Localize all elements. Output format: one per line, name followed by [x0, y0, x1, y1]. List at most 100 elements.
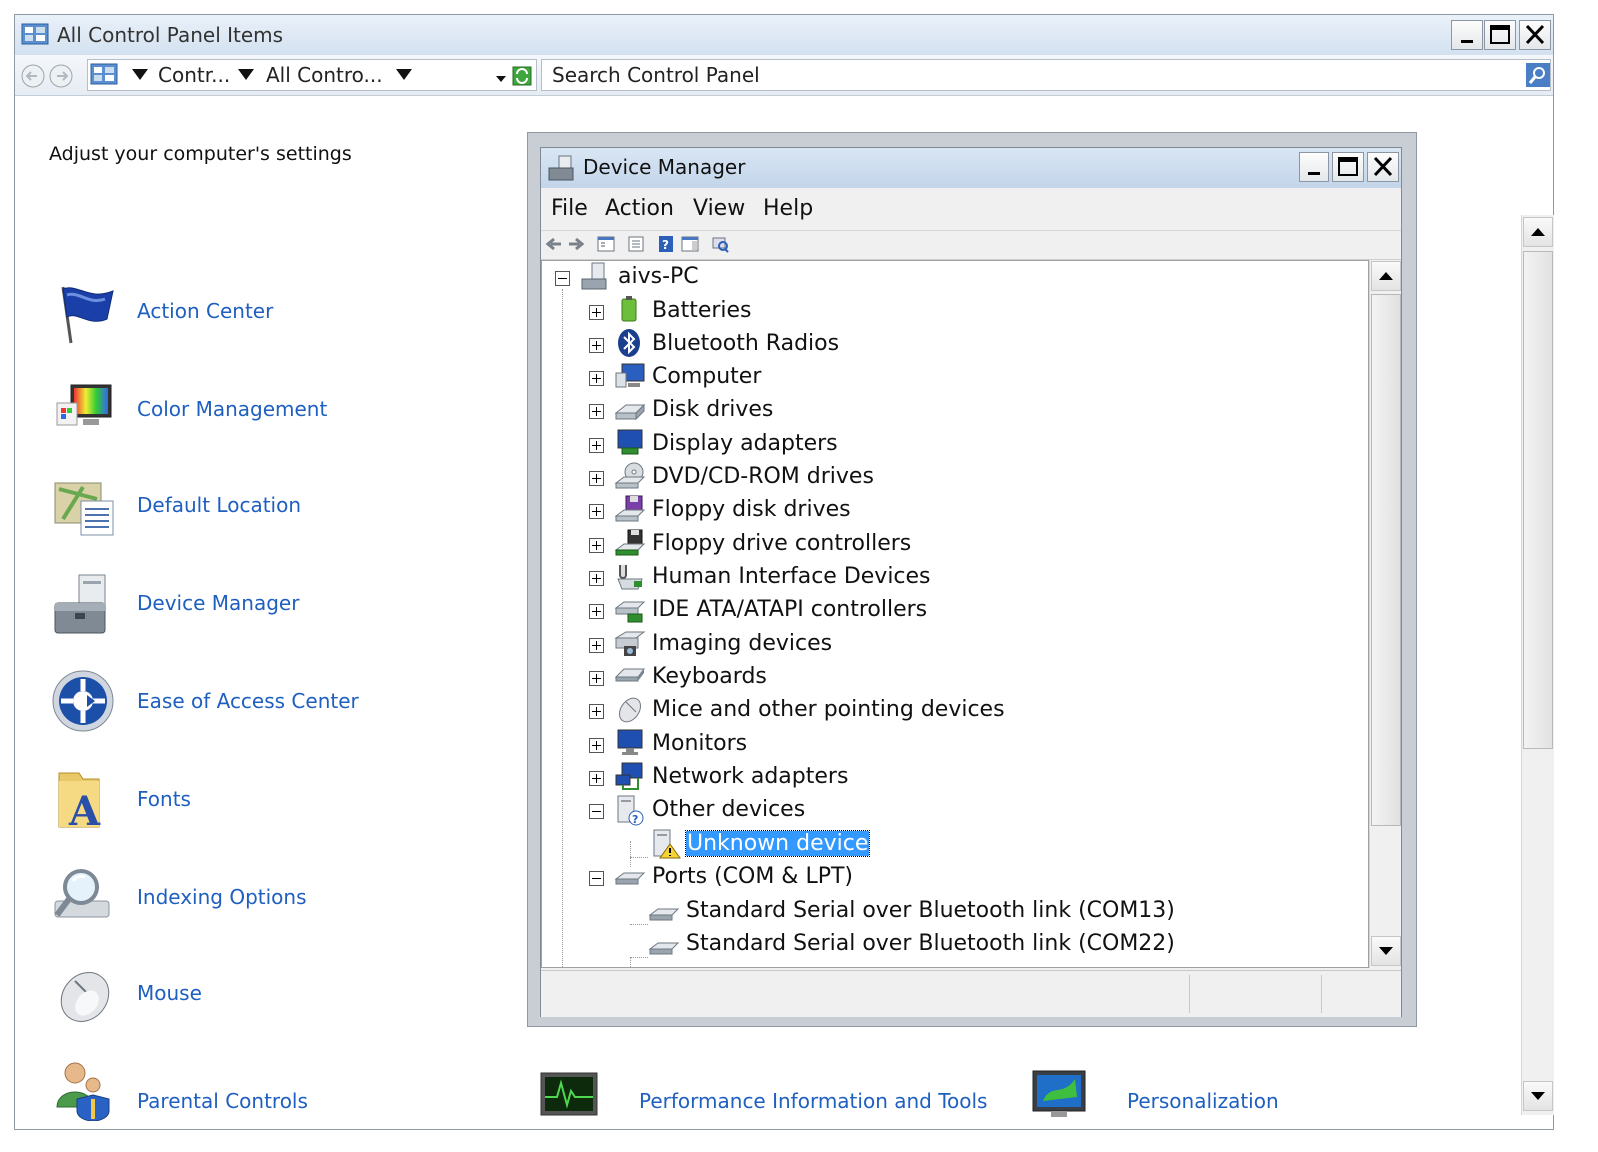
cp-item-label[interactable]: Mouse [137, 981, 202, 1005]
back-forward-buttons[interactable] [19, 63, 75, 89]
device-tree-scrollbar[interactable] [1369, 260, 1401, 968]
device-tree[interactable]: aivs-PC Batteries Bluetooth Radios Compu… [541, 260, 1369, 968]
cp-item-mouse[interactable]: Mouse [49, 963, 349, 1027]
expand-toggle[interactable] [589, 438, 604, 453]
tree-item-label[interactable]: Batteries [652, 298, 752, 323]
expand-toggle[interactable] [589, 671, 604, 686]
search-input[interactable] [552, 62, 1512, 88]
tree-item-label[interactable]: Standard Serial over Bluetooth link (COM… [686, 931, 1175, 956]
show-hide-tree-icon[interactable] [597, 235, 615, 253]
expand-toggle[interactable] [589, 471, 604, 486]
refresh-icon[interactable] [512, 66, 532, 86]
scroll-thumb[interactable] [1371, 294, 1401, 826]
expand-toggle[interactable] [589, 771, 604, 786]
breadcrumb-item[interactable]: All Contro... [266, 63, 383, 87]
tree-item-selected[interactable]: Unknown device [684, 830, 871, 857]
dm-maximize-button[interactable] [1332, 152, 1364, 182]
back-arrow-icon[interactable] [545, 235, 563, 253]
scroll-up-button[interactable] [1523, 217, 1553, 247]
control-panel-scrollbar[interactable] [1521, 215, 1554, 1115]
collapse-toggle[interactable] [555, 271, 570, 286]
selected-device-label[interactable]: Unknown device [684, 830, 871, 857]
scroll-up-button[interactable] [1371, 261, 1401, 291]
scroll-down-button[interactable] [1371, 936, 1401, 966]
scroll-thumb[interactable] [1523, 251, 1553, 749]
tree-item-label[interactable]: Standard Serial over Bluetooth link (COM… [686, 898, 1175, 923]
cp-item-parental-controls[interactable]: Parental Controls [49, 1057, 369, 1123]
breadcrumb-item[interactable]: Contr... [158, 63, 230, 87]
tree-item-label[interactable]: Monitors [652, 731, 747, 756]
scroll-down-button[interactable] [1523, 1081, 1553, 1111]
menu-view[interactable]: View [693, 196, 745, 221]
search-icon[interactable] [1526, 63, 1550, 87]
scan-hardware-icon[interactable] [711, 235, 729, 253]
chevron-down-icon[interactable] [396, 69, 412, 81]
cp-item-label[interactable]: Action Center [137, 299, 273, 323]
cp-item-color-management[interactable]: Color Management [49, 381, 369, 441]
tree-item-label[interactable]: Human Interface Devices [652, 564, 931, 589]
tree-item-label[interactable]: Floppy drive controllers [652, 531, 911, 556]
expand-toggle[interactable] [589, 638, 604, 653]
tree-item-label[interactable]: DVD/CD-ROM drives [652, 464, 874, 489]
expand-toggle[interactable] [589, 504, 604, 519]
tree-root-label[interactable]: aivs-PC [618, 264, 699, 289]
maximize-button[interactable] [1484, 20, 1516, 50]
cp-item-action-center[interactable]: Action Center [49, 283, 349, 347]
expand-toggle[interactable] [589, 571, 604, 586]
cp-item-label[interactable]: Performance Information and Tools [639, 1089, 987, 1113]
close-button[interactable] [1519, 20, 1551, 50]
chevron-down-icon[interactable] [132, 69, 148, 81]
properties-icon[interactable] [627, 235, 645, 253]
search-box[interactable] [541, 59, 1551, 91]
collapse-toggle[interactable] [589, 804, 604, 819]
address-box[interactable]: Contr... All Contro... [87, 59, 537, 91]
cp-item-label[interactable]: Default Location [137, 493, 301, 517]
cp-item-label[interactable]: Parental Controls [137, 1089, 308, 1113]
cp-item-label[interactable]: Ease of Access Center [137, 689, 359, 713]
tree-item-label[interactable]: Other devices [652, 797, 805, 822]
history-dropdown-icon[interactable] [496, 76, 506, 84]
cp-item-fonts[interactable]: A Fonts [49, 767, 349, 833]
cp-item-performance-information[interactable]: Performance Information and Tools [539, 1057, 999, 1123]
help-icon[interactable]: ? [657, 235, 675, 253]
cp-item-label[interactable]: Color Management [137, 397, 327, 421]
tree-item-label[interactable]: Floppy disk drives [652, 497, 851, 522]
tree-item-label[interactable]: Computer [652, 364, 761, 389]
expand-toggle[interactable] [589, 404, 604, 419]
tree-item-label[interactable]: Display adapters [652, 431, 838, 456]
chevron-down-icon[interactable] [238, 69, 254, 81]
tree-item-label[interactable]: Disk drives [652, 397, 773, 422]
cp-item-personalization[interactable]: Personalization [1029, 1057, 1329, 1123]
tree-item-label[interactable]: Keyboards [652, 664, 767, 689]
tree-item-label[interactable]: IDE ATA/ATAPI controllers [652, 597, 927, 622]
cp-item-label[interactable]: Personalization [1127, 1089, 1279, 1113]
cp-item-label[interactable]: Indexing Options [137, 885, 307, 909]
cp-item-default-location[interactable]: Default Location [49, 477, 349, 541]
cp-item-indexing-options[interactable]: Indexing Options [49, 865, 349, 931]
expand-toggle[interactable] [589, 538, 604, 553]
expand-toggle[interactable] [589, 305, 604, 320]
forward-arrow-icon[interactable] [567, 235, 585, 253]
dm-close-button[interactable] [1367, 152, 1399, 182]
menu-help[interactable]: Help [763, 196, 813, 221]
expand-toggle[interactable] [589, 604, 604, 619]
device-manager-title-bar[interactable]: Device Manager [541, 148, 1401, 188]
expand-toggle[interactable] [589, 704, 604, 719]
cp-item-device-manager[interactable]: Device Manager [49, 573, 349, 639]
cp-item-ease-of-access[interactable]: Ease of Access Center [49, 669, 389, 735]
tree-item-label[interactable]: Imaging devices [652, 631, 832, 656]
menu-file[interactable]: File [551, 196, 588, 221]
title-bar[interactable]: All Control Panel Items [15, 15, 1553, 56]
collapse-toggle[interactable] [589, 871, 604, 886]
cp-item-label[interactable]: Fonts [137, 787, 191, 811]
expand-toggle[interactable] [589, 738, 604, 753]
tree-item-label[interactable]: Network adapters [652, 764, 848, 789]
tree-item-label[interactable]: Mice and other pointing devices [652, 697, 1005, 722]
dm-minimize-button[interactable] [1299, 152, 1329, 182]
menu-action[interactable]: Action [605, 196, 674, 221]
tree-item-label[interactable]: Ports (COM & LPT) [652, 864, 853, 889]
cp-item-label[interactable]: Device Manager [137, 591, 299, 615]
action-pane-icon[interactable] [681, 235, 699, 253]
expand-toggle[interactable] [589, 338, 604, 353]
minimize-button[interactable] [1451, 20, 1483, 50]
